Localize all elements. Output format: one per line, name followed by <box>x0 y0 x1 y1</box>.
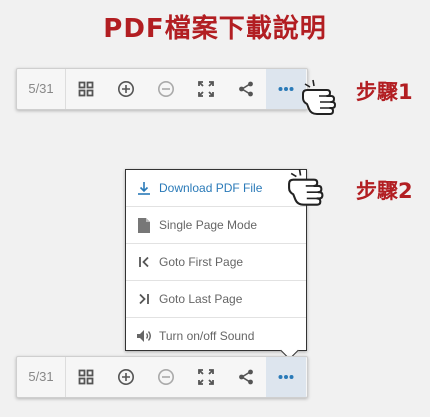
more-icon <box>278 87 294 91</box>
fullscreen-button[interactable] <box>186 357 226 397</box>
step1-label: 步驟1 <box>356 80 413 104</box>
pointing-hand-icon <box>288 169 324 206</box>
menu-item-goto-first-page[interactable]: Goto First Page <box>126 244 306 281</box>
grid-button[interactable] <box>66 69 106 109</box>
menu-item-single-page-mode[interactable]: Single Page Mode <box>126 207 306 244</box>
page-indicator: 5/31 <box>17 69 66 109</box>
zoom-in-button[interactable] <box>106 69 146 109</box>
zoom-out-icon <box>158 369 174 385</box>
step2-label: 步驟2 <box>356 179 413 203</box>
menu-item-label: Single Page Mode <box>159 218 258 232</box>
menu-item-label: Goto First Page <box>159 255 244 269</box>
grid-button[interactable] <box>66 357 106 397</box>
share-icon <box>239 81 253 97</box>
page-indicator: 5/31 <box>17 357 66 397</box>
page-title: PDF檔案下載說明 <box>103 14 327 44</box>
more-button[interactable] <box>266 69 306 109</box>
fullscreen-button[interactable] <box>186 69 226 109</box>
first-page-icon <box>136 254 152 270</box>
fullscreen-icon <box>198 369 214 385</box>
document-icon <box>136 217 152 233</box>
more-icon <box>278 375 294 379</box>
menu-item-label: Goto Last Page <box>159 292 243 306</box>
share-icon <box>239 369 253 385</box>
zoom-in-icon <box>118 369 134 385</box>
download-icon <box>136 180 152 196</box>
last-page-icon <box>136 291 152 307</box>
menu-item-label: Download PDF File <box>159 181 263 195</box>
menu-item-goto-last-page[interactable]: Goto Last Page <box>126 281 306 318</box>
pdf-toolbar-step1: 5/31 <box>16 68 308 110</box>
pdf-toolbar-step2: 5/31 <box>16 356 308 398</box>
zoom-out-button[interactable] <box>146 69 186 109</box>
menu-item-download-pdf[interactable]: Download PDF File <box>126 170 306 207</box>
grid-icon <box>78 369 94 385</box>
zoom-out-icon <box>158 81 174 97</box>
zoom-in-icon <box>118 81 134 97</box>
fullscreen-icon <box>198 81 214 97</box>
share-button[interactable] <box>226 69 266 109</box>
menu-item-label: Turn on/off Sound <box>159 329 255 343</box>
zoom-out-button[interactable] <box>146 357 186 397</box>
sound-icon <box>136 328 152 344</box>
pointing-hand-icon <box>302 79 336 115</box>
share-button[interactable] <box>226 357 266 397</box>
grid-icon <box>78 81 94 97</box>
more-button[interactable] <box>266 357 306 397</box>
menu-item-toggle-sound[interactable]: Turn on/off Sound <box>126 318 306 354</box>
more-options-menu: Download PDF File Single Page Mode Goto … <box>125 169 307 351</box>
zoom-in-button[interactable] <box>106 357 146 397</box>
